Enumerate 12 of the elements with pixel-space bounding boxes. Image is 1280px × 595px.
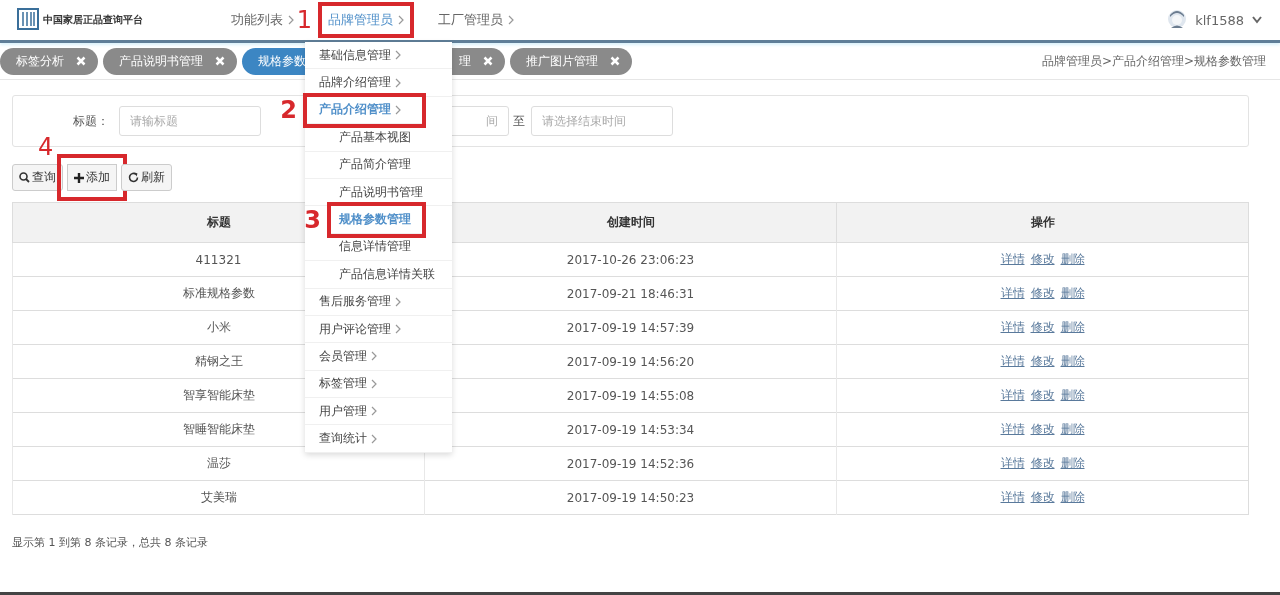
breadcrumb: 品牌管理员>产品介绍管理>规格参数管理 [1041, 52, 1266, 70]
step-number: 2 [280, 97, 297, 122]
record-count: 显示第 1 到第 8 条记录，总共 8 条记录 [12, 535, 209, 550]
field-label: 至 [513, 112, 525, 130]
logo-text: 中国家居正品查询平台 [43, 13, 143, 27]
table-cell: 2017-09-19 14:50:23 [424, 480, 837, 515]
field-label: 标题： [73, 112, 109, 130]
table-cell: 艾美瑞 [12, 480, 425, 515]
column-header: 操作 [836, 202, 1249, 243]
step-number: 3 [304, 207, 321, 232]
step-number: 4 [38, 135, 54, 159]
step-number: 1 [296, 8, 312, 32]
